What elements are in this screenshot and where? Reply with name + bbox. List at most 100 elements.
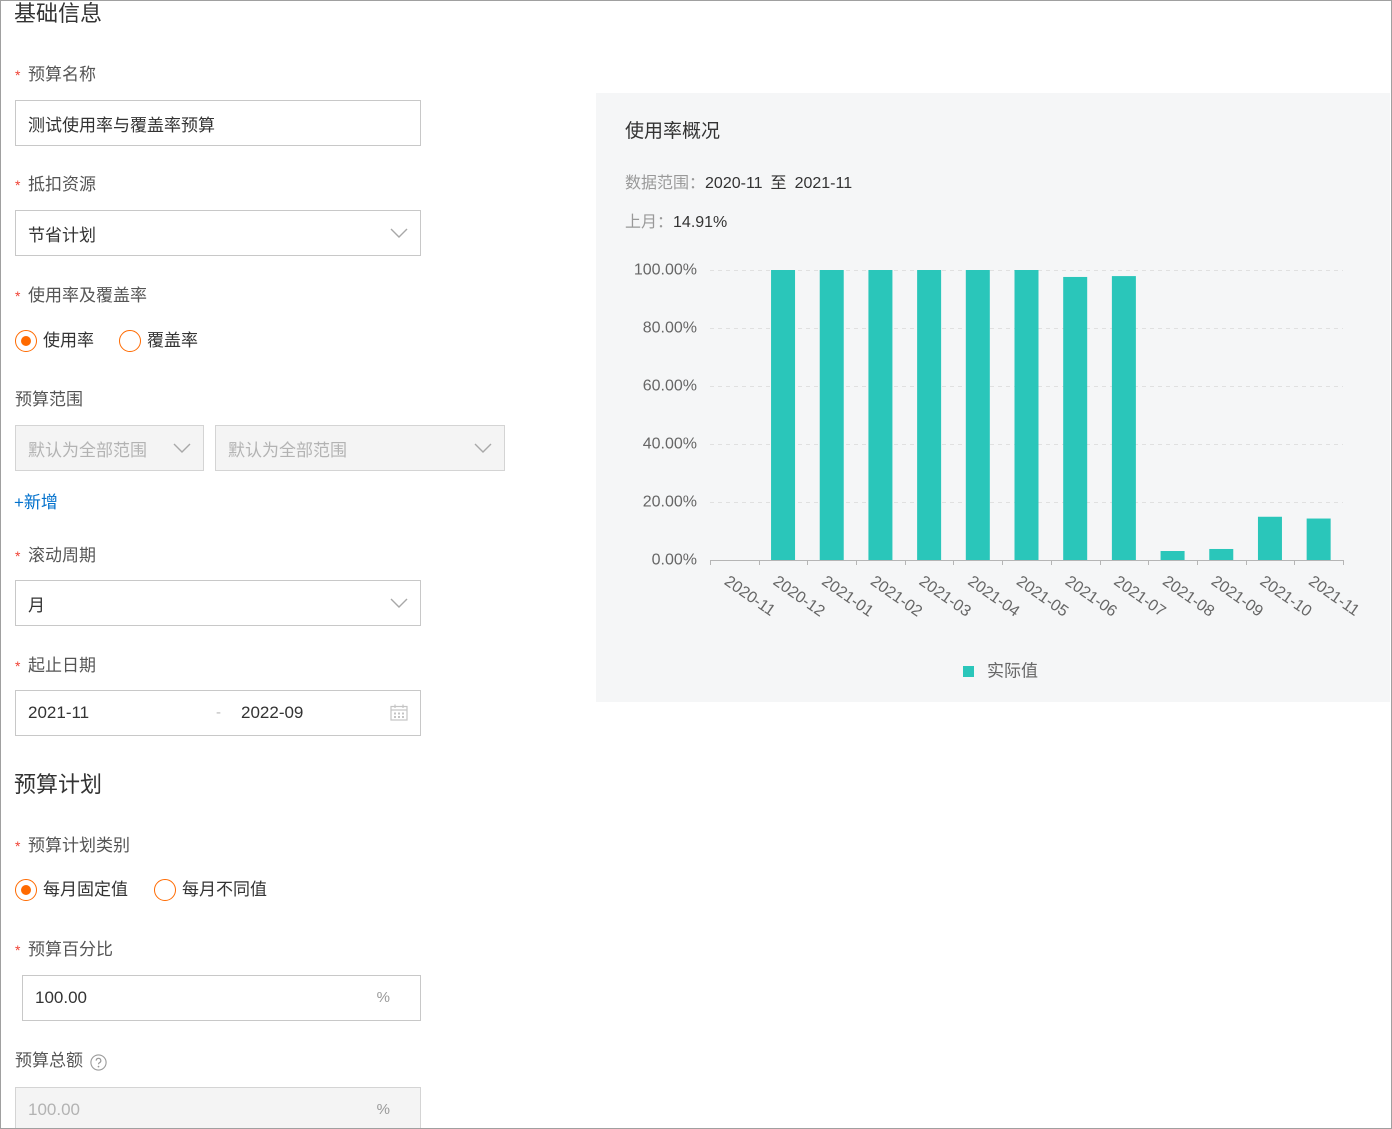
required-mark: * bbox=[15, 838, 21, 854]
usage-overview-panel: 使用率概况 数据范围：2020-11 至 2021-11 上月：14.91% 0.0… bbox=[596, 93, 1390, 702]
deduct-resource-value: 节省计划 bbox=[28, 225, 96, 245]
add-scope-link[interactable]: +新增 bbox=[14, 493, 58, 513]
budget-total-input[interactable]: 100.00 % bbox=[15, 1087, 421, 1128]
legend-label: 实际值 bbox=[987, 661, 1038, 680]
bar bbox=[868, 270, 893, 560]
required-mark: * bbox=[15, 942, 21, 958]
x-tick-label: 2021-10 bbox=[1257, 573, 1315, 621]
radio-coverage-rate[interactable]: 覆盖率 bbox=[119, 330, 198, 352]
usage-bar-chart: 0.00% 20.00% 40.00% 60.00% 80.00% 100.00% 2020… bbox=[634, 262, 1363, 681]
budget-percent-input[interactable]: 100.00 % bbox=[22, 975, 421, 1021]
date-range-label: * 起止日期 bbox=[15, 656, 96, 676]
chevron-down-icon bbox=[474, 443, 492, 453]
radio-monthly-varied[interactable]: 每月不同值 bbox=[154, 879, 267, 901]
budget-name-input[interactable]: 测试使用率与覆盖率预算 bbox=[15, 100, 421, 146]
budget-scope-select-1[interactable]: 默认为全部范围 bbox=[15, 425, 204, 471]
plan-type-label: * 预算计划类别 bbox=[15, 836, 130, 856]
budget-scope-placeholder: 默认为全部范围 bbox=[28, 440, 147, 460]
required-mark: * bbox=[15, 548, 21, 564]
budget-scope-placeholder: 默认为全部范围 bbox=[228, 440, 347, 460]
x-tick-label: 2021-11 bbox=[1305, 573, 1362, 620]
budget-scope-select-2[interactable]: 默认为全部范围 bbox=[215, 425, 505, 471]
budget-total-label-text: 预算总额 bbox=[15, 1051, 83, 1070]
budget-form-page: 基础信息 * 预算名称 测试使用率与覆盖率预算 * 抵扣资源 节省计划 * 使用… bbox=[0, 0, 1392, 1129]
x-tick-label: 2021-07 bbox=[1111, 573, 1169, 621]
required-mark: * bbox=[15, 177, 21, 193]
radio-icon bbox=[119, 330, 141, 352]
deduct-resource-select[interactable]: 节省计划 bbox=[15, 210, 421, 256]
x-tick-label: 2021-09 bbox=[1208, 573, 1266, 621]
required-mark: * bbox=[15, 67, 21, 83]
budget-total-value: 100.00 bbox=[28, 1100, 80, 1119]
bar bbox=[1306, 518, 1331, 560]
radio-icon bbox=[154, 879, 176, 901]
required-mark: * bbox=[15, 288, 21, 304]
y-tick-label: 40.00% bbox=[643, 436, 697, 453]
y-tick-label: 80.00% bbox=[643, 320, 697, 337]
x-tick-label: 2021-08 bbox=[1159, 573, 1217, 621]
rolling-period-label: * 滚动周期 bbox=[15, 546, 96, 566]
y-tick-label: 100.00% bbox=[634, 262, 697, 279]
question-circle-icon[interactable] bbox=[90, 1054, 107, 1071]
radio-icon bbox=[15, 330, 37, 352]
budget-total-label: 预算总额 bbox=[15, 1051, 83, 1071]
date-range-picker[interactable]: 2021-11 - 2022-09 bbox=[15, 690, 421, 736]
rolling-period-value: 月 bbox=[28, 595, 45, 615]
budget-name-label-text: 预算名称 bbox=[28, 65, 96, 84]
x-tick-label: 2021-03 bbox=[916, 573, 974, 621]
usage-coverage-label: * 使用率及覆盖率 bbox=[15, 286, 147, 306]
percent-unit: % bbox=[376, 989, 390, 1006]
deduct-resource-label-text: 抵扣资源 bbox=[28, 175, 96, 194]
radio-icon bbox=[15, 879, 37, 901]
radio-label: 使用率 bbox=[43, 331, 94, 350]
calendar-icon[interactable] bbox=[390, 704, 408, 721]
bar bbox=[1257, 516, 1282, 560]
budget-scope-label-text: 预算范围 bbox=[15, 390, 83, 409]
y-tick-label: 60.00% bbox=[643, 378, 697, 395]
legend-swatch bbox=[963, 666, 974, 677]
plan-type-label-text: 预算计划类别 bbox=[28, 836, 130, 855]
radio-usage-rate[interactable]: 使用率 bbox=[15, 330, 94, 352]
x-tick-label: 2020-12 bbox=[770, 573, 828, 621]
percent-unit: % bbox=[376, 1101, 390, 1118]
bar bbox=[1014, 270, 1039, 560]
x-tick-label: 2021-04 bbox=[965, 573, 1023, 621]
chevron-down-icon bbox=[173, 443, 191, 453]
bar bbox=[1063, 276, 1088, 560]
budget-percent-label-text: 预算百分比 bbox=[28, 940, 113, 959]
bar bbox=[965, 270, 990, 560]
x-tick-label: 2021-06 bbox=[1062, 573, 1120, 621]
date-end-input[interactable]: 2022-09 bbox=[241, 691, 303, 735]
date-separator: - bbox=[216, 704, 221, 721]
bar bbox=[771, 270, 796, 560]
budget-percent-label: * 预算百分比 bbox=[15, 940, 113, 960]
section-title-budget-plan: 预算计划 bbox=[14, 772, 103, 797]
bar bbox=[1209, 548, 1234, 560]
rolling-period-label-text: 滚动周期 bbox=[28, 546, 96, 565]
x-tick-label: 2021-02 bbox=[867, 573, 925, 621]
section-title-basic-info: 基础信息 bbox=[14, 1, 103, 26]
x-tick-label: 2021-01 bbox=[818, 573, 876, 621]
budget-scope-label: 预算范围 bbox=[15, 390, 83, 410]
budget-name-value: 测试使用率与覆盖率预算 bbox=[28, 115, 215, 135]
bar bbox=[819, 270, 844, 560]
x-tick-label: 2021-05 bbox=[1013, 573, 1071, 621]
x-tick-label: 2020-11 bbox=[721, 573, 778, 620]
bar bbox=[1111, 276, 1136, 560]
usage-coverage-label-text: 使用率及覆盖率 bbox=[28, 286, 147, 305]
deduct-resource-label: * 抵扣资源 bbox=[15, 175, 96, 195]
rolling-period-select[interactable]: 月 bbox=[15, 580, 421, 626]
date-range-label-text: 起止日期 bbox=[28, 656, 96, 675]
chevron-down-icon bbox=[390, 598, 408, 608]
required-mark: * bbox=[15, 658, 21, 674]
radio-monthly-fixed[interactable]: 每月固定值 bbox=[15, 879, 128, 901]
y-tick-label: 20.00% bbox=[643, 494, 697, 511]
budget-name-label: * 预算名称 bbox=[15, 65, 96, 85]
radio-label: 覆盖率 bbox=[147, 331, 198, 350]
budget-percent-value: 100.00 bbox=[35, 988, 87, 1007]
date-start-input[interactable]: 2021-11 bbox=[28, 691, 89, 735]
y-tick-label: 0.00% bbox=[652, 552, 697, 569]
bar bbox=[917, 270, 942, 560]
radio-label: 每月固定值 bbox=[43, 880, 128, 899]
radio-label: 每月不同值 bbox=[182, 880, 267, 899]
